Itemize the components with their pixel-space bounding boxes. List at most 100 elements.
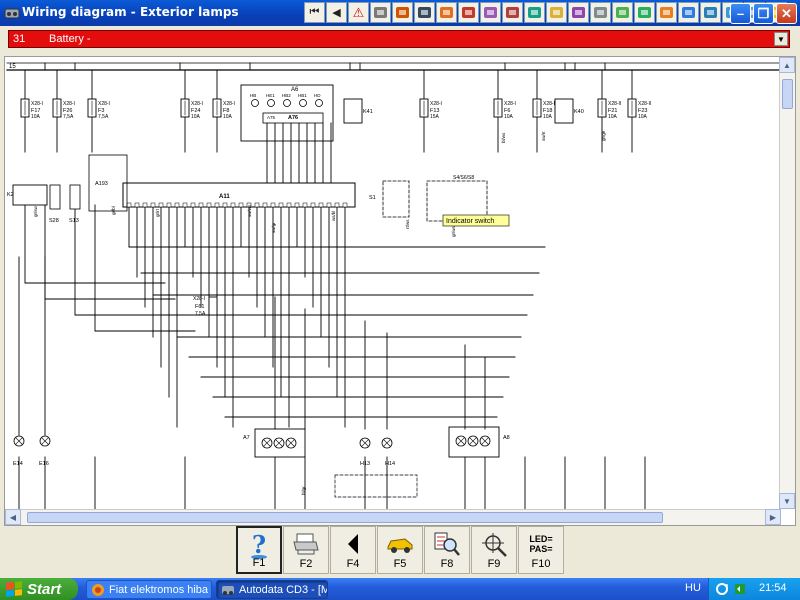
taskbar: Start Fiat elektromos hiba - ... Autodat…: [0, 578, 800, 600]
fuse-f18[interactable]: X28-IF1810A: [532, 98, 555, 120]
bulb-icon: [273, 437, 285, 449]
tool-icon-2[interactable]: [392, 2, 413, 23]
tool-icon-14[interactable]: [656, 2, 677, 23]
horizontal-scrollbar[interactable]: ◀ ▶: [5, 509, 781, 525]
volume-icon[interactable]: [733, 582, 747, 596]
fkey-label: F1: [252, 557, 266, 569]
relay-k40[interactable]: [554, 98, 574, 124]
minimize-button[interactable]: –: [730, 3, 751, 24]
back-icon[interactable]: ◀: [326, 2, 347, 23]
back-arrow-icon: [331, 530, 375, 558]
fuse-f13[interactable]: X28-IF1315A: [419, 98, 442, 120]
a6-pin-label: HE1: [266, 93, 275, 98]
tool-icon-4[interactable]: [436, 2, 457, 23]
scroll-right-icon[interactable]: ▶: [765, 509, 781, 525]
fuse-rating: 10A: [31, 114, 41, 120]
tool-icon-7[interactable]: [502, 2, 523, 23]
a11-pin: [262, 202, 268, 208]
a6-pin-label: HB2: [282, 93, 291, 98]
fuse-f17[interactable]: X28-IF1710A: [20, 98, 43, 120]
fkey-f10-button[interactable]: LED= PAS= F10: [518, 526, 564, 574]
tool-icon-12[interactable]: [612, 2, 633, 23]
maximize-button[interactable]: ❐: [753, 3, 774, 24]
start-label: Start: [27, 580, 62, 598]
first-icon[interactable]: ⏮: [304, 2, 325, 23]
relay-k2[interactable]: [12, 184, 48, 206]
tool-icon-13[interactable]: [634, 2, 655, 23]
tool-icon-6[interactable]: [480, 2, 501, 23]
taskbar-item-fiat[interactable]: Fiat elektromos hiba - ...: [86, 580, 212, 599]
scroll-down-icon[interactable]: ▼: [779, 493, 795, 509]
fuse-f26[interactable]: X28-IF267,5A: [52, 98, 75, 120]
fkey-f1-button[interactable]: ? F1: [236, 526, 282, 574]
tool-icon-16[interactable]: [700, 2, 721, 23]
tool-icon-8[interactable]: [524, 2, 545, 23]
language-indicator[interactable]: HU: [685, 582, 701, 594]
warning-icon[interactable]: ⚠: [348, 2, 369, 23]
wiring-diagram[interactable]: 15 X28-IF1710AX28-IF267,5AX28-IF37,5AX28…: [5, 57, 781, 509]
wire-color-label: sw/rt: [541, 131, 546, 141]
fuse-connector: X28-II: [638, 101, 651, 107]
switch-s28[interactable]: [49, 184, 61, 210]
diagram-viewport[interactable]: 15 X28-I F17 10A X28-I F26 7,5A X28-I F3 7,5A X28…: [4, 56, 796, 526]
tool-icon-10[interactable]: [568, 2, 589, 23]
a6-pin-hb2: [283, 99, 291, 107]
app-icon[interactable]: [4, 5, 20, 21]
vertical-scroll-thumb[interactable]: [782, 79, 793, 109]
tool-icon-5[interactable]: [458, 2, 479, 23]
fuse-f23[interactable]: X28-IIF2310A: [627, 98, 651, 120]
relay-label: K40: [574, 109, 584, 115]
bulb-e16-label: E16: [39, 461, 49, 467]
a11-pin: [206, 202, 212, 208]
function-key-toolbar: ? F1 F2 F4 F5 F8 F9 LED= PAS= F10: [236, 526, 565, 576]
restore-icon: ❐: [757, 5, 770, 21]
tool-icon-15[interactable]: [678, 2, 699, 23]
horizontal-scroll-thumb[interactable]: [27, 512, 663, 523]
fuse-rating: 10A: [223, 114, 233, 120]
tool-icon-3[interactable]: [414, 2, 435, 23]
scroll-left-icon[interactable]: ◀: [5, 509, 21, 525]
a6-pin-label: HD: [314, 93, 321, 98]
module-a193-label: A193: [95, 181, 108, 187]
fuse-f61[interactable]: [208, 296, 218, 316]
a11-pin: [126, 202, 132, 208]
fuse-f8[interactable]: X28-IF810A: [212, 98, 235, 120]
switch-s1[interactable]: [382, 180, 410, 218]
network-icon[interactable]: [715, 582, 729, 596]
fuse-connector: X28-I: [63, 101, 75, 107]
vertical-scrollbar[interactable]: ▲ ▼: [779, 57, 795, 509]
fuse-f6[interactable]: X28-IF610A: [493, 98, 516, 120]
close-button[interactable]: ✕: [776, 3, 797, 24]
tool-icon-9[interactable]: [546, 2, 567, 23]
fuse-rating: 7,5A: [98, 114, 109, 120]
switch-s13[interactable]: [69, 184, 81, 210]
fkey-f2-button[interactable]: F2: [283, 526, 329, 574]
title-bar[interactable]: Wiring diagram - Exterior lamps ⏮ ◀ ⚠ – ❐ …: [0, 0, 800, 26]
wire-color-label: sw/gr: [271, 222, 276, 233]
selector-number: 31: [13, 33, 26, 45]
fuse-f24[interactable]: X28-IF2410A: [180, 98, 203, 120]
task-label: Autodata CD3 - [Mod...: [239, 583, 327, 596]
system-tray: HU 21:54: [685, 578, 800, 600]
a11-pin: [134, 202, 140, 208]
bulb-icon: [359, 437, 371, 449]
fkey-f5-button[interactable]: F5: [377, 526, 423, 574]
scroll-up-icon[interactable]: ▲: [779, 57, 795, 73]
circuit-selector[interactable]: 31 Battery - ▼: [8, 30, 790, 48]
fuse-f3[interactable]: X28-IF37,5A: [87, 98, 110, 120]
start-button[interactable]: Start: [0, 578, 78, 600]
taskbar-item-autodata[interactable]: Autodata CD3 - [Mod...: [216, 580, 328, 599]
relay-k41[interactable]: [343, 98, 363, 124]
fuse-f21[interactable]: X28-IIF2110A: [597, 98, 621, 120]
fuse-connector: X28-I: [191, 101, 203, 107]
dropdown-arrow-icon[interactable]: ▼: [774, 32, 788, 46]
browser-icon: [92, 584, 104, 596]
tool-icon-1[interactable]: [370, 2, 391, 23]
clock[interactable]: 21:54: [759, 582, 787, 594]
fkey-f8-button[interactable]: F8: [424, 526, 470, 574]
fkey-f9-button[interactable]: F9: [471, 526, 517, 574]
fkey-f4-button[interactable]: F4: [330, 526, 376, 574]
tool-icon-11[interactable]: [590, 2, 611, 23]
a6-pin-hb: [251, 99, 259, 107]
wire-color-label: sw/ws: [247, 204, 252, 217]
